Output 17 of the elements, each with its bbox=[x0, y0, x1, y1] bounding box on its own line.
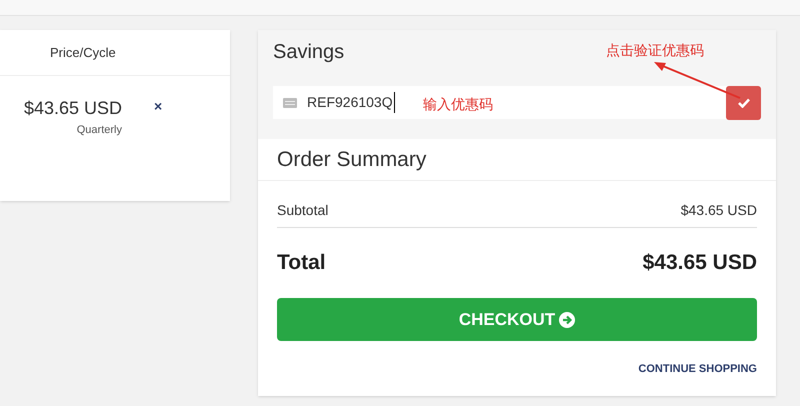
subtotal-label: Subtotal bbox=[277, 201, 328, 220]
total-label: Total bbox=[277, 250, 326, 276]
remove-button[interactable]: × bbox=[154, 96, 162, 116]
validate-button[interactable] bbox=[726, 86, 761, 120]
column-header: Price/Cycle bbox=[50, 44, 116, 62]
total-value: $43.65 USD bbox=[642, 250, 757, 276]
arrow-circle-icon bbox=[559, 312, 576, 328]
billing-cycle: Quarterly bbox=[76, 123, 122, 138]
continue-shopping-link[interactable]: CONTINUE SHOPPING bbox=[638, 361, 757, 378]
annotation-text: 输入优惠码 bbox=[423, 96, 493, 115]
check-icon bbox=[738, 98, 750, 108]
subtotal-value: $43.65 USD bbox=[680, 201, 757, 220]
annotation-text: 点击验证优惠码 bbox=[606, 42, 704, 61]
price-text: $43.65 USD bbox=[24, 97, 122, 120]
section-title: Savings bbox=[273, 40, 344, 65]
ticket-icon bbox=[283, 98, 297, 108]
section-title: Order Summary bbox=[277, 146, 426, 173]
